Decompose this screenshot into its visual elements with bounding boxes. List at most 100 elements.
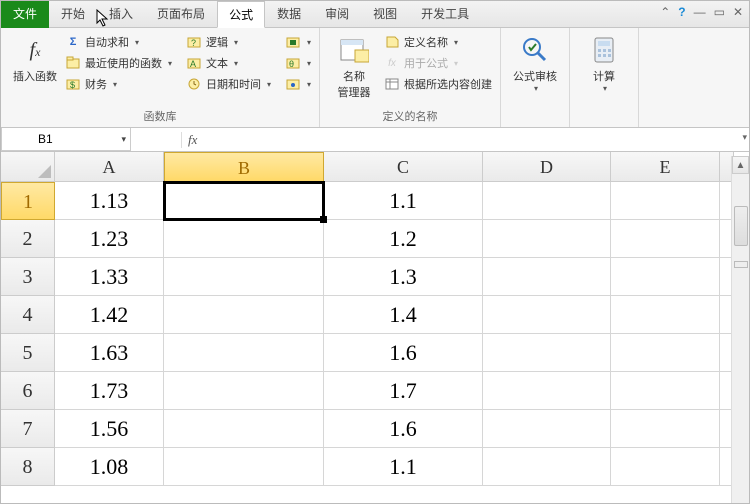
chevron-down-icon: ▾	[113, 80, 117, 89]
split-handle[interactable]	[734, 261, 748, 268]
cell[interactable]: 1.6	[324, 410, 483, 448]
more-functions-button[interactable]: ▾	[285, 76, 311, 92]
cell[interactable]: 1.1	[324, 182, 483, 220]
row-header[interactable]: 1	[1, 182, 55, 220]
restore-icon[interactable]: ▭	[714, 5, 725, 19]
logical-button[interactable]: ? 逻辑 ▾	[186, 34, 271, 50]
row-header[interactable]: 7	[1, 410, 55, 448]
lookup-ref-button[interactable]: ▾	[285, 34, 311, 50]
cell[interactable]	[164, 220, 324, 258]
row-header[interactable]: 3	[1, 258, 55, 296]
ribbon-minimize-icon[interactable]: ⌃	[660, 5, 670, 19]
select-all-corner[interactable]	[1, 152, 55, 182]
create-from-selection-button[interactable]: 根据所选内容创建	[384, 76, 492, 92]
cell[interactable]	[483, 372, 611, 410]
financial-button[interactable]: $ 财务 ▾	[65, 76, 172, 92]
cell[interactable]: 1.4	[324, 296, 483, 334]
recent-icon	[65, 55, 81, 71]
cell[interactable]	[164, 182, 324, 220]
column-header[interactable]: C	[324, 152, 483, 182]
row-header[interactable]: 8	[1, 448, 55, 486]
cell[interactable]	[164, 258, 324, 296]
calculation-button[interactable]: 计算 ▾	[578, 32, 630, 93]
close-icon[interactable]: ✕	[733, 5, 743, 19]
cell[interactable]: 1.63	[55, 334, 164, 372]
cell[interactable]	[483, 258, 611, 296]
tab-data[interactable]: 数据	[265, 1, 313, 28]
chevron-down-icon: ▾	[534, 84, 538, 93]
tab-home[interactable]: 开始	[49, 1, 97, 28]
autosum-button[interactable]: Σ 自动求和 ▾	[65, 34, 172, 50]
cell[interactable]	[164, 448, 324, 486]
formula-input[interactable]	[203, 128, 749, 151]
tab-formulas[interactable]: 公式	[217, 1, 265, 28]
cell[interactable]	[164, 410, 324, 448]
recent-functions-button[interactable]: 最近使用的函数 ▾	[65, 55, 172, 71]
chevron-down-icon: ▾	[307, 38, 311, 47]
name-manager-label: 名称 管理器	[338, 68, 371, 100]
cell[interactable]	[611, 258, 720, 296]
scroll-thumb[interactable]	[734, 206, 748, 246]
cell[interactable]	[483, 334, 611, 372]
cell[interactable]: 1.73	[55, 372, 164, 410]
help-icon[interactable]: ?	[678, 5, 685, 19]
cell[interactable]	[483, 448, 611, 486]
tab-insert[interactable]: 插入	[97, 1, 145, 28]
tab-file[interactable]: 文件	[1, 1, 49, 28]
row-header[interactable]: 2	[1, 220, 55, 258]
column-header[interactable]: B	[164, 152, 324, 182]
column-header[interactable]: E	[611, 152, 720, 182]
row-header[interactable]: 4	[1, 296, 55, 334]
column-header[interactable]: A	[55, 152, 164, 182]
column-header[interactable]: D	[483, 152, 611, 182]
formula-bar-expand-icon[interactable]: ▾	[742, 132, 747, 143]
math-trig-button[interactable]: θ ▾	[285, 55, 311, 71]
tab-view[interactable]: 视图	[361, 1, 409, 28]
cell[interactable]	[483, 220, 611, 258]
text-button[interactable]: A 文本 ▾	[186, 55, 271, 71]
define-name-button[interactable]: 定义名称 ▾	[384, 34, 492, 50]
cell[interactable]	[611, 448, 720, 486]
scroll-up-icon[interactable]: ▲	[732, 156, 749, 174]
define-name-label: 定义名称	[404, 34, 448, 50]
cell[interactable]	[611, 372, 720, 410]
cell[interactable]: 1.3	[324, 258, 483, 296]
cell[interactable]: 1.42	[55, 296, 164, 334]
datetime-button[interactable]: 日期和时间 ▾	[186, 76, 271, 92]
spreadsheet-grid[interactable]: ABCDE11.131.121.231.231.331.341.421.451.…	[1, 152, 749, 486]
minimize-icon[interactable]: —	[694, 5, 706, 19]
chevron-down-icon: ▾	[307, 80, 311, 89]
cell[interactable]	[611, 296, 720, 334]
cell[interactable]	[611, 182, 720, 220]
cell[interactable]	[164, 334, 324, 372]
formula-audit-button[interactable]: 公式审核 ▾	[509, 32, 561, 93]
ribbon-tabs: 文件 开始 插入 页面布局 公式 数据 审阅 视图 开发工具 ⌃ ? — ▭ ✕	[1, 1, 749, 28]
vertical-scrollbar[interactable]: ▲	[731, 156, 749, 503]
cell[interactable]: 1.1	[324, 448, 483, 486]
cell[interactable]: 1.2	[324, 220, 483, 258]
cell[interactable]	[483, 410, 611, 448]
cell[interactable]	[611, 334, 720, 372]
cell[interactable]	[483, 296, 611, 334]
insert-function-button[interactable]: fx 插入函数	[9, 32, 61, 84]
tab-developer[interactable]: 开发工具	[409, 1, 481, 28]
cell[interactable]: 1.56	[55, 410, 164, 448]
cell[interactable]: 1.33	[55, 258, 164, 296]
chevron-down-icon[interactable]: ▾	[121, 134, 126, 145]
cell[interactable]: 1.7	[324, 372, 483, 410]
cell[interactable]: 1.13	[55, 182, 164, 220]
cell[interactable]: 1.08	[55, 448, 164, 486]
fx-icon[interactable]: fx	[181, 132, 203, 148]
cell[interactable]	[164, 296, 324, 334]
cell[interactable]	[611, 220, 720, 258]
tab-page-layout[interactable]: 页面布局	[145, 1, 217, 28]
cell[interactable]	[611, 410, 720, 448]
cell[interactable]: 1.23	[55, 220, 164, 258]
cell[interactable]	[483, 182, 611, 220]
cell[interactable]: 1.6	[324, 334, 483, 372]
name-box[interactable]: B1 ▾	[1, 128, 131, 151]
row-header[interactable]: 5	[1, 334, 55, 372]
tab-review[interactable]: 审阅	[313, 1, 361, 28]
row-header[interactable]: 6	[1, 372, 55, 410]
cell[interactable]	[164, 372, 324, 410]
